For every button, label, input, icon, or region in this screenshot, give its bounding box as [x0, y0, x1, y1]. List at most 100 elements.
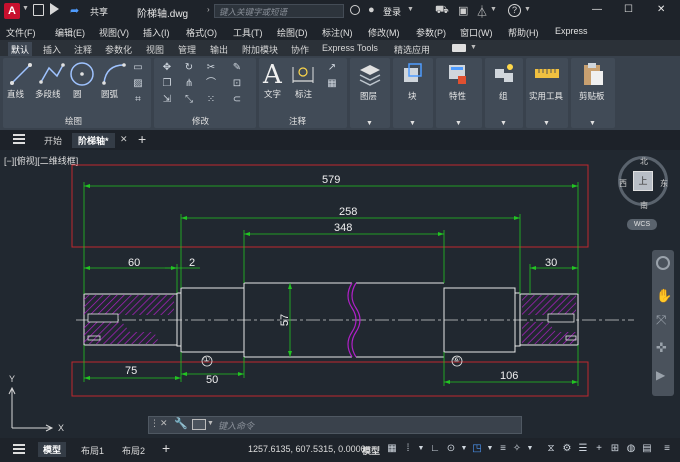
user-icon[interactable]: ●	[368, 4, 378, 16]
circle-icon[interactable]	[69, 61, 95, 87]
explode-icon[interactable]: ⊡	[230, 78, 244, 90]
app-logo[interactable]: A	[4, 3, 20, 19]
tab-insert[interactable]: 插入	[40, 42, 64, 57]
annotation-group-label[interactable]: 注释	[289, 115, 306, 127]
layout-tab-layout2[interactable]: 布局2	[122, 444, 145, 457]
grid-icon[interactable]: ▦	[385, 441, 399, 457]
tab-addins[interactable]: 附加模块	[239, 42, 281, 57]
clipboard-caret-icon[interactable]: ▼	[589, 120, 596, 127]
menu-insert[interactable]: 插入(I)	[143, 26, 170, 39]
osnap-icon[interactable]: ◳	[470, 441, 484, 457]
network-caret-icon[interactable]: ▼	[490, 6, 497, 13]
dim-57[interactable]: 57	[279, 314, 291, 326]
tab-manage[interactable]: 管理	[175, 42, 199, 57]
workspace-icon[interactable]: ⚙	[560, 441, 574, 457]
group-button[interactable]: 组	[499, 90, 508, 102]
hardware-accel-icon[interactable]: ▤	[640, 441, 654, 457]
quick-properties-icon[interactable]: ⊞	[608, 441, 622, 457]
rectangle-icon[interactable]: ▭	[131, 62, 145, 74]
scale-icon[interactable]: ⤡	[182, 94, 196, 106]
menu-format[interactable]: 格式(O)	[186, 26, 217, 39]
close-button[interactable]: ✕	[657, 4, 665, 15]
zoom-extents-icon[interactable]: ⤧	[656, 312, 666, 328]
coordinates-readout[interactable]: 1257.6135, 607.5315, 0.0000	[248, 444, 366, 454]
search-icon[interactable]	[350, 5, 360, 15]
text-button[interactable]: 文字	[264, 88, 281, 100]
section-marker-left[interactable]: ①	[203, 355, 210, 364]
arc-button[interactable]: 圆弧	[101, 88, 118, 100]
snap-caret-icon[interactable]: ▼	[414, 441, 428, 457]
dimension-icon[interactable]	[291, 63, 315, 85]
clipboard-icon[interactable]	[581, 61, 605, 87]
stretch-icon[interactable]: ⇲	[160, 94, 174, 106]
command-prompt-icon[interactable]	[192, 419, 206, 430]
dimension-button[interactable]: 标注	[295, 88, 312, 100]
block-icon[interactable]	[401, 62, 425, 86]
lineweight-icon[interactable]: ≡	[496, 441, 510, 457]
menu-draw[interactable]: 绘图(D)	[277, 26, 308, 39]
annotation-scale-icon[interactable]: ⧖	[544, 441, 558, 457]
block-button[interactable]: 块	[408, 90, 417, 102]
osnap-caret-icon[interactable]: ▼	[483, 441, 497, 457]
dim-2[interactable]: 2	[189, 257, 195, 269]
dim-30[interactable]: 30	[545, 257, 557, 269]
help-caret-icon[interactable]: ▼	[524, 6, 531, 13]
tab-collaborate[interactable]: 协作	[288, 42, 312, 57]
tab-view[interactable]: 视图	[143, 42, 167, 57]
text-icon[interactable]: A	[263, 60, 282, 90]
erase-icon[interactable]: ✎	[230, 62, 244, 74]
layout-tab-layout1[interactable]: 布局1	[81, 444, 104, 457]
dim-50[interactable]: 50	[206, 374, 218, 386]
ribbon-toggle-caret-icon[interactable]: ▼	[470, 44, 477, 51]
pan-icon[interactable]: ✋	[656, 288, 672, 304]
utilities-caret-icon[interactable]: ▼	[543, 120, 550, 127]
network-icon[interactable]: ⏃	[476, 3, 488, 20]
exchange-icon[interactable]: ▣	[458, 4, 468, 17]
array-icon[interactable]: ⁙	[204, 94, 218, 106]
viewcube-east[interactable]: 东	[660, 178, 668, 189]
draw-group-label[interactable]: 绘图	[65, 115, 82, 127]
wcs-button[interactable]: WCS	[627, 219, 657, 230]
menu-window[interactable]: 窗口(W)	[460, 26, 493, 39]
isolate-icon[interactable]: ◍	[624, 441, 638, 457]
save-icon[interactable]	[33, 4, 44, 16]
tab-express-tools[interactable]: Express Tools	[319, 42, 381, 54]
share-button[interactable]: 共享	[90, 5, 108, 18]
command-prompt-caret-icon[interactable]: ▼	[207, 420, 214, 427]
annotation-monitor-icon[interactable]: ☰	[576, 441, 590, 457]
selection-cycling-icon[interactable]: ✧	[510, 441, 524, 457]
rotate-icon[interactable]: ↻	[182, 62, 196, 74]
ribbon-toggle-icon[interactable]	[452, 44, 466, 52]
command-close-icon[interactable]: ✕	[160, 418, 168, 429]
viewcube-north[interactable]: 北	[640, 156, 648, 167]
menu-tools[interactable]: 工具(T)	[233, 26, 263, 39]
close-tab-icon[interactable]: ✕	[120, 134, 128, 145]
group-caret-icon[interactable]: ▼	[500, 120, 507, 127]
nav-wheel-icon[interactable]	[656, 256, 670, 270]
table-icon[interactable]: ▦	[325, 78, 339, 90]
viewcube-top-face[interactable]: 上	[633, 171, 653, 191]
menu-dimension[interactable]: 标注(N)	[322, 26, 353, 39]
polyline-button[interactable]: 多段线	[35, 88, 61, 100]
command-grip-icon[interactable]: ⋮	[150, 418, 159, 429]
customize-status-icon[interactable]: ≡	[660, 441, 674, 457]
properties-button[interactable]: 特性	[449, 90, 466, 102]
modify-group-label[interactable]: 修改	[192, 115, 209, 127]
tab-start[interactable]: 开始	[38, 133, 68, 148]
menu-express[interactable]: Express	[555, 26, 588, 36]
line-icon[interactable]	[9, 62, 33, 86]
dim-106[interactable]: 106	[500, 370, 518, 382]
group-icon[interactable]	[492, 62, 516, 86]
block-caret-icon[interactable]: ▼	[409, 120, 416, 127]
login-button[interactable]: 登录	[383, 5, 401, 18]
viewcube-south[interactable]: 南	[640, 200, 648, 211]
layout-tab-model[interactable]: 模型	[38, 442, 67, 457]
properties-caret-icon[interactable]: ▼	[455, 120, 462, 127]
model-space-toggle[interactable]: 模型	[362, 444, 380, 457]
move-icon[interactable]: ✥	[160, 62, 174, 74]
showmotion-icon[interactable]: ▶	[656, 368, 665, 382]
copy-icon[interactable]: ❐	[160, 78, 174, 90]
command-input[interactable]: 键入命令	[218, 419, 254, 432]
dim-60[interactable]: 60	[128, 257, 140, 269]
polyline-icon[interactable]	[39, 62, 65, 86]
